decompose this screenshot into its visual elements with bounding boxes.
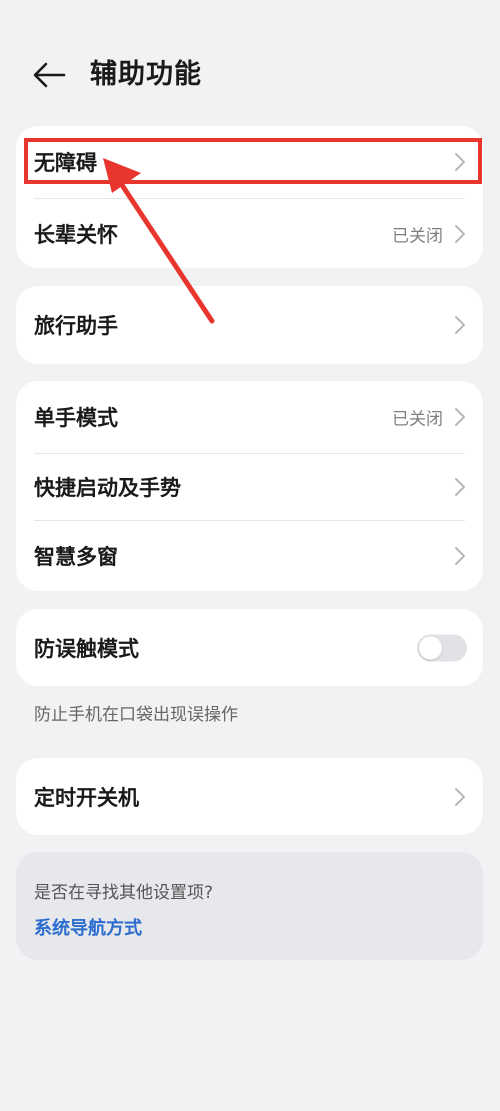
anti-mistouch-label: 防误触模式 [34, 636, 139, 661]
back-button[interactable] [32, 60, 66, 90]
quick-launch-row[interactable]: 快捷启动及手势 [16, 454, 483, 520]
barrier-free-label: 无障碍 [34, 151, 97, 175]
chevron-right-icon [455, 547, 465, 565]
anti-mistouch-row: 防误触模式 [16, 609, 483, 686]
one-hand-mode-row[interactable]: 单手模式 已关闭 [16, 381, 483, 453]
chevron-right-icon [455, 787, 465, 806]
system-navigation-link[interactable]: 系统导航方式 [34, 914, 142, 940]
elder-care-status: 已关闭 [392, 226, 443, 246]
travel-assistant-label: 旅行助手 [34, 314, 118, 338]
page-title: 辅助功能 [90, 59, 202, 90]
one-hand-mode-status: 已关闭 [392, 409, 443, 430]
settings-card-1: 无障碍 长辈关怀 已关闭 [16, 126, 483, 268]
quick-launch-label: 快捷启动及手势 [34, 476, 181, 500]
one-hand-mode-label: 单手模式 [34, 406, 118, 430]
anti-mistouch-description: 防止手机在口袋出现误操作 [34, 705, 238, 725]
chevron-right-icon [455, 153, 465, 171]
elder-care-label: 长辈关怀 [34, 222, 118, 247]
suggestion-question: 是否在寻找其他设置项? [34, 883, 214, 903]
toggle-knob [419, 636, 442, 659]
chevron-right-icon [455, 224, 465, 243]
barrier-free-row[interactable]: 无障碍 [16, 126, 483, 198]
settings-card-3: 单手模式 已关闭 快捷启动及手势 智慧多窗 [16, 381, 483, 591]
scheduled-power-row[interactable]: 定时开关机 [16, 758, 483, 835]
travel-assistant-row[interactable]: 旅行助手 [16, 286, 483, 364]
settings-card-2: 旅行助手 [16, 286, 483, 364]
anti-mistouch-toggle[interactable] [417, 634, 467, 661]
elder-care-row[interactable]: 长辈关怀 已关闭 [16, 199, 483, 268]
chevron-right-icon [455, 316, 465, 334]
arrow-left-icon [33, 62, 66, 88]
chevron-right-icon [455, 478, 465, 496]
settings-card-4: 防误触模式 [16, 609, 483, 686]
chevron-right-icon [455, 408, 465, 426]
suggestion-card: 是否在寻找其他设置项? 系统导航方式 [16, 852, 483, 960]
scheduled-power-label: 定时开关机 [34, 785, 139, 810]
settings-card-5: 定时开关机 [16, 758, 483, 835]
smart-multiwindow-row[interactable]: 智慧多窗 [16, 521, 483, 591]
smart-multiwindow-label: 智慧多窗 [34, 545, 118, 569]
top-app-bar: 辅助功能 [0, 48, 500, 104]
